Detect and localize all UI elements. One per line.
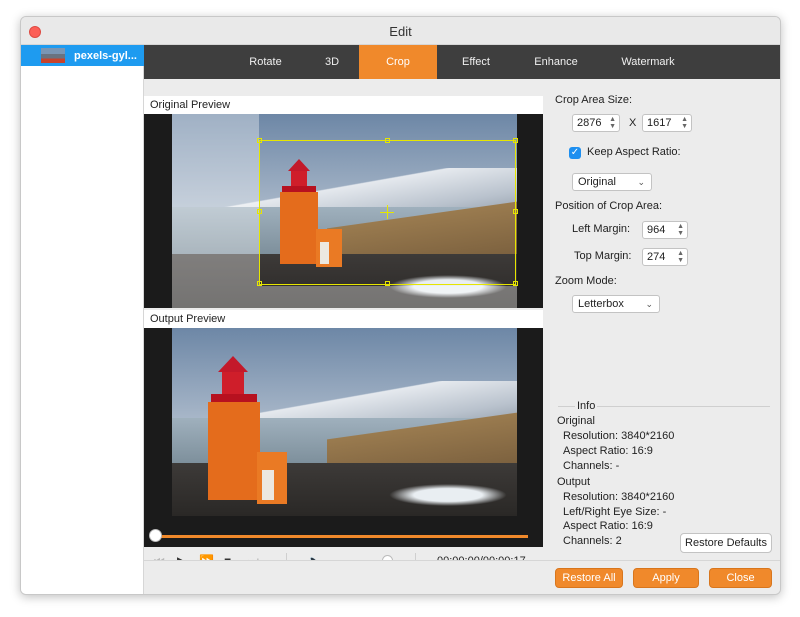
crop-handle[interactable]	[257, 209, 262, 214]
crop-position-label: Position of Crop Area:	[555, 200, 663, 212]
keep-aspect-checkbox[interactable]: ✓	[569, 147, 581, 159]
tab-watermark[interactable]: Watermark	[606, 45, 690, 79]
zoom-mode-select[interactable]: Letterbox ⌄	[572, 295, 660, 313]
crop-dim-overlay	[172, 114, 259, 308]
tab-enhance[interactable]: Enhance	[521, 45, 591, 79]
crop-handle[interactable]	[257, 281, 262, 286]
crop-dim-overlay	[259, 286, 517, 308]
restore-defaults-button[interactable]: Restore Defaults	[680, 533, 772, 553]
crop-height-stepper[interactable]: 1617 ▲ ▼	[642, 114, 692, 132]
info-original-aspect: Aspect Ratio: 16:9	[563, 445, 653, 457]
top-margin-label: Top Margin:	[574, 250, 632, 262]
edit-window: Edit pexels-gyl... Rotate 3D Crop Effect…	[20, 16, 781, 595]
lighthouse-image	[202, 356, 287, 506]
stepper-arrows-icon[interactable]: ▲ ▼	[681, 116, 688, 130]
crop-handle[interactable]	[513, 209, 518, 214]
file-list-item[interactable]: pexels-gyl...	[21, 45, 144, 66]
tab-rotate[interactable]: Rotate	[235, 45, 296, 79]
top-margin-stepper[interactable]: 274 ▲ ▼	[642, 248, 688, 266]
left-margin-stepper[interactable]: 964 ▲ ▼	[642, 221, 688, 239]
crop-handle[interactable]	[257, 138, 262, 143]
tab-3d[interactable]: 3D	[310, 45, 354, 79]
apply-button[interactable]: Apply	[633, 568, 699, 588]
crop-width-value: 2876	[577, 117, 602, 129]
tab-effect[interactable]: Effect	[444, 45, 508, 79]
info-output-resolution: Resolution: 3840*2160	[563, 491, 675, 503]
stepper-arrows-icon[interactable]: ▲ ▼	[677, 223, 684, 237]
aspect-ratio-value: Original	[578, 176, 616, 188]
output-preview-label: Output Preview	[144, 310, 543, 328]
left-margin-label: Left Margin:	[572, 223, 631, 235]
info-output-heading: Output	[557, 476, 591, 488]
zoom-mode-value: Letterbox	[578, 298, 624, 310]
info-output-aspect: Aspect Ratio: 16:9	[563, 520, 653, 532]
info-original-heading: Original	[557, 415, 595, 427]
bottom-action-bar: Restore All Apply Close	[144, 560, 780, 594]
close-button[interactable]: Close	[709, 568, 772, 588]
crop-handle[interactable]	[513, 281, 518, 286]
keep-aspect-label: Keep Aspect Ratio:	[587, 146, 681, 158]
seek-thumb[interactable]	[149, 529, 162, 542]
left-margin-value: 964	[647, 224, 666, 236]
file-name: pexels-gyl...	[74, 49, 137, 62]
tab-crop[interactable]: Crop	[359, 45, 437, 79]
stepper-arrows-icon[interactable]: ▲ ▼	[609, 116, 616, 130]
output-video-image	[172, 328, 517, 516]
info-original-resolution: Resolution: 3840*2160	[563, 430, 675, 442]
crop-settings-panel: Crop Area Size: 2876 ▲ ▼ X 1617 ▲ ▼ ✓ Keep…	[543, 79, 780, 558]
original-preview	[144, 114, 543, 308]
title-bar: Edit	[21, 17, 780, 45]
output-preview	[144, 328, 543, 547]
chevron-down-icon: ⌄	[637, 177, 645, 187]
info-output-channels: Channels: 2	[563, 535, 622, 547]
video-thumbnail	[41, 48, 65, 63]
crop-handle[interactable]	[385, 138, 390, 143]
info-output-eye-size: Left/Right Eye Size: -	[563, 506, 667, 518]
seek-bar[interactable]	[154, 535, 528, 538]
chevron-down-icon: ⌄	[645, 299, 653, 309]
crop-size-separator: X	[629, 117, 637, 129]
top-margin-value: 274	[647, 251, 666, 263]
crop-height-value: 1617	[647, 117, 672, 129]
crop-handle[interactable]	[513, 138, 518, 143]
info-box: Info Original Resolution: 3840*2160 Aspe…	[557, 400, 770, 547]
restore-all-button[interactable]: Restore All	[555, 568, 623, 588]
info-original-channels: Channels: -	[563, 460, 620, 472]
crop-handle[interactable]	[385, 281, 390, 286]
crop-area-size-label: Crop Area Size:	[555, 94, 633, 106]
zoom-mode-label: Zoom Mode:	[555, 275, 617, 287]
file-sidebar: pexels-gyl...	[21, 45, 144, 594]
info-title: Info	[575, 400, 598, 412]
tab-bar: Rotate 3D Crop Effect Enhance Watermark	[144, 45, 780, 79]
preview-area: Original Preview Output Preview	[144, 79, 543, 560]
crop-width-stepper[interactable]: 2876 ▲ ▼	[572, 114, 620, 132]
original-preview-label: Original Preview	[144, 96, 543, 114]
window-title: Edit	[389, 24, 412, 39]
aspect-ratio-select[interactable]: Original ⌄	[572, 173, 652, 191]
stepper-arrows-icon[interactable]: ▲ ▼	[677, 250, 684, 264]
crop-center-crosshair	[387, 205, 388, 219]
